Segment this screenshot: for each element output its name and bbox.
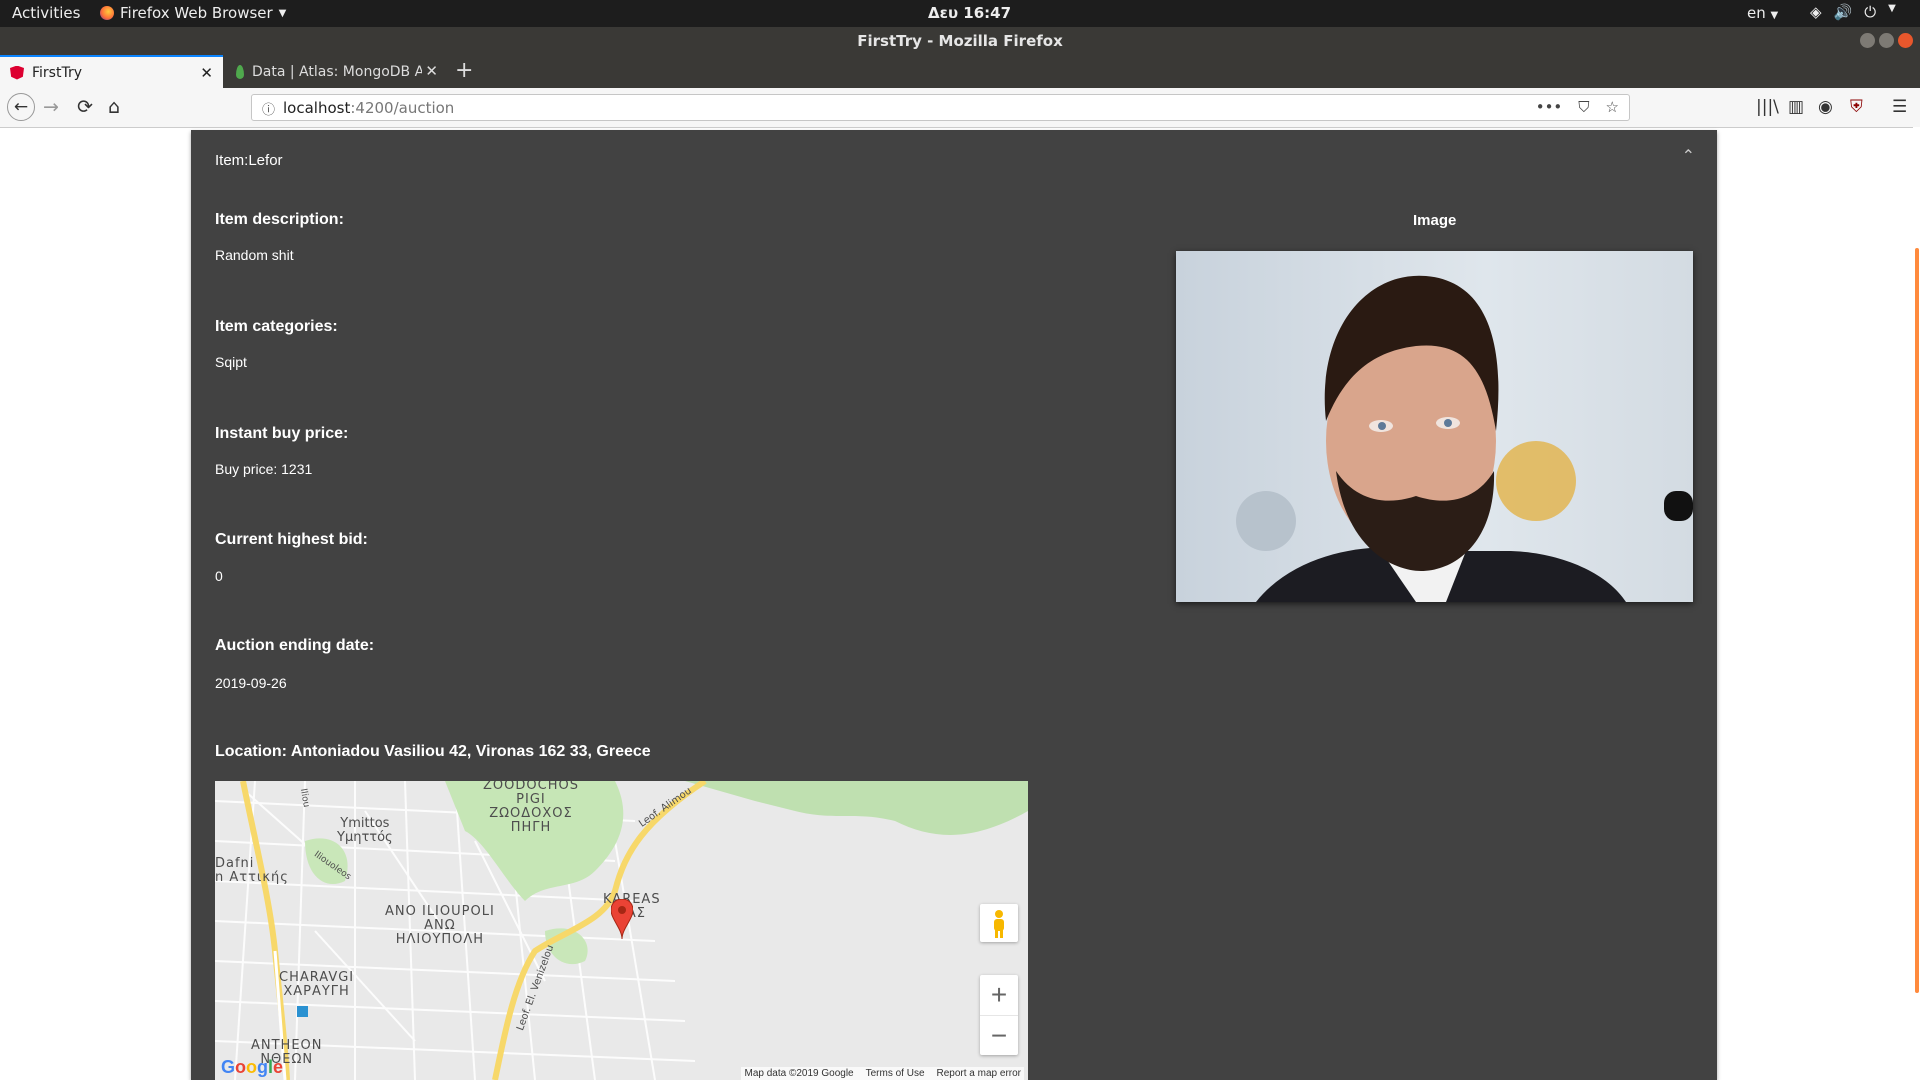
firefox-icon [100, 6, 114, 20]
tab-strip: FirstTry ✕ Data | Atlas: MongoDB A ✕ [0, 55, 1920, 88]
chevron-up-icon[interactable]: ⌃ [1682, 146, 1695, 166]
item-description-value: Random shit [215, 247, 294, 263]
url-host: localhost [283, 99, 351, 117]
close-window-button[interactable] [1898, 33, 1913, 48]
scrollbar-thumb[interactable] [1915, 248, 1919, 993]
window-title: FirstTry - Mozilla Firefox [857, 32, 1063, 50]
zoom-in-button[interactable]: + [980, 975, 1018, 1015]
url-path: :4200/auction [350, 99, 455, 117]
item-categories-label: Item categories: [215, 318, 338, 335]
tab-firsttry[interactable]: FirstTry ✕ [0, 55, 223, 88]
mongodb-leaf-icon [236, 64, 244, 79]
url-text: localhost:4200/auction [283, 99, 454, 117]
map-label-ano-ilioupoli: ANO ILIOUPOLI ΑΝΩ ΗΛΙΟΥΠΟΛΗ [385, 904, 495, 947]
terms-of-use-link[interactable]: Terms of Use [866, 1068, 925, 1079]
sidebar-icon[interactable]: ▥ [1788, 97, 1804, 117]
window-title-bar: FirstTry - Mozilla Firefox [0, 27, 1920, 55]
google-logo[interactable]: Google [221, 1057, 283, 1078]
report-map-error-link[interactable]: Report a map error [937, 1068, 1021, 1079]
minimize-button[interactable] [1860, 33, 1875, 48]
close-tab-icon[interactable]: ✕ [200, 64, 213, 82]
street-view-pegman-button[interactable] [980, 904, 1018, 942]
navigation-toolbar: ← → ⟳ ⌂ ⓘ localhost:4200/auction ••• ⛉ ☆… [0, 88, 1920, 128]
new-tab-button[interactable]: + [455, 58, 473, 83]
language-indicator[interactable]: en ▼ [1747, 4, 1778, 22]
app-menu[interactable]: Firefox Web Browser ▼ [100, 4, 286, 22]
zoom-out-button[interactable]: − [980, 1015, 1018, 1056]
auction-item-panel: Item:Lefor ⌃ Item description: Random sh… [191, 130, 1717, 1080]
image-label: Image [1413, 212, 1457, 229]
map-attribution: Map data ©2019 Google Terms of Use Repor… [741, 1067, 1024, 1080]
current-highest-bid-value: 0 [215, 568, 223, 584]
home-button[interactable]: ⌂ [108, 96, 120, 118]
ublock-shield-icon[interactable]: ⛨ [1850, 97, 1863, 117]
tab-atlas[interactable]: Data | Atlas: MongoDB A ✕ [226, 55, 448, 88]
volume-icon: 🔊 [1833, 3, 1853, 21]
chevron-down-icon: ▼ [278, 7, 287, 19]
map-data-text: Map data ©2019 Google [744, 1068, 854, 1079]
library-icon[interactable]: |||\ [1756, 97, 1779, 117]
tab-label: Data | Atlas: MongoDB A [252, 63, 422, 80]
panel-header-title[interactable]: Item:Lefor [215, 152, 283, 169]
site-info-icon[interactable]: ⓘ [262, 99, 275, 118]
url-bar[interactable]: ⓘ localhost:4200/auction ••• ⛉ ☆ [251, 94, 1630, 121]
angular-icon [10, 65, 24, 80]
system-tray[interactable]: ◈ 🔊 ⏻ ▼ [1810, 3, 1896, 21]
instant-buy-price-value: Buy price: 1231 [215, 461, 313, 477]
power-icon: ⏻ [1864, 3, 1877, 21]
reload-button[interactable]: ⟳ [77, 96, 93, 118]
app-menu-label: Firefox Web Browser [120, 4, 273, 22]
wifi-icon: ◈ [1810, 3, 1822, 21]
instant-buy-price-label: Instant buy price: [215, 425, 349, 442]
maximize-button[interactable] [1879, 33, 1894, 48]
menu-icon[interactable]: ☰ [1892, 97, 1907, 117]
current-highest-bid-label: Current highest bid: [215, 531, 368, 548]
bookmark-star-icon[interactable]: ☆ [1606, 98, 1619, 116]
auction-ending-date-label: Auction ending date: [215, 637, 375, 654]
map-marker-icon[interactable] [611, 899, 633, 939]
pocket-icon[interactable]: ⛉ [1578, 98, 1589, 116]
map-label-zoodochos: ZOODOCHOS PIGI ΖΩΟΔΟΧΟΣ ΠΗΓΗ [483, 781, 579, 835]
clock[interactable]: Δευ 16:47 [928, 4, 1011, 22]
language-label: en [1747, 4, 1766, 22]
google-map[interactable]: ZOODOCHOS PIGI ΖΩΟΔΟΧΟΣ ΠΗΓΗ Ymittos Υμηττός… [215, 781, 1028, 1080]
map-label-iliou: Iliou [297, 787, 312, 809]
activities-button[interactable]: Activities [12, 4, 80, 22]
map-zoom-controls: + − [980, 975, 1018, 1055]
close-tab-icon[interactable]: ✕ [425, 62, 438, 80]
chevron-down-icon: ▼ [1770, 10, 1779, 21]
forward-button[interactable]: → [43, 96, 59, 118]
map-label-charavgi: CHARAVGI ΧΑΡΑΥΓΗ [279, 970, 355, 999]
map-label-dafni: Dafni n Αττικής [215, 856, 289, 885]
back-button[interactable]: ← [7, 93, 35, 121]
sync-account-icon[interactable]: ◉ [1818, 97, 1833, 117]
auction-ending-date-value: 2019-09-26 [215, 675, 287, 691]
page-actions-icon[interactable]: ••• [1536, 98, 1563, 116]
item-categories-value: Sqipt [215, 354, 247, 370]
location-heading: Location: Antoniadou Vasiliou 42, Virona… [215, 743, 651, 760]
map-label-ymittos: Ymittos Υμηττός [337, 816, 393, 845]
chevron-down-icon: ▼ [1888, 3, 1896, 14]
tab-label: FirstTry [32, 64, 82, 81]
system-top-bar: Activities Firefox Web Browser ▼ Δευ 16:… [0, 0, 1920, 27]
item-photo [1176, 251, 1693, 602]
item-description-label: Item description: [215, 211, 344, 228]
pegman-icon [994, 910, 1004, 938]
